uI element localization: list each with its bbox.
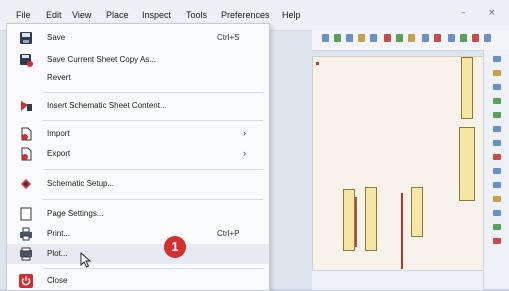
menu-help[interactable]: Help xyxy=(282,10,301,20)
submenu-arrow-icon: › xyxy=(243,128,246,138)
save-as-icon xyxy=(20,54,33,67)
toolbar-library-icon[interactable] xyxy=(484,34,491,42)
status-bar xyxy=(312,270,483,290)
toolbar-assign-footprints-icon[interactable] xyxy=(448,34,455,42)
page-settings-icon xyxy=(20,207,32,221)
menu-item-save[interactable]: Save Ctrl+S xyxy=(7,28,269,48)
add-global-label-icon[interactable] xyxy=(493,182,501,188)
export-icon xyxy=(21,147,32,161)
toolbar-scripting-icon[interactable] xyxy=(472,34,479,42)
toolbar-annotate-icon[interactable] xyxy=(384,34,391,42)
menu-item-label: Page Settings... xyxy=(47,209,104,218)
menu-item-label: Revert xyxy=(47,73,71,82)
add-wire-icon[interactable] xyxy=(493,112,501,118)
menu-separator xyxy=(43,268,263,269)
add-symbol-icon[interactable] xyxy=(493,84,501,90)
shortcut-label: Ctrl+P xyxy=(217,229,240,238)
add-text-icon[interactable] xyxy=(493,224,501,230)
minimize-button[interactable]: – xyxy=(461,8,466,18)
menu-item-label: Import xyxy=(47,129,70,138)
menu-item-schematic-setup[interactable]: Schematic Setup... xyxy=(7,174,269,194)
schematic-component xyxy=(461,57,473,119)
import-icon xyxy=(21,127,32,141)
sheet-marker xyxy=(316,62,319,65)
toolbar-symbol-fields-icon[interactable] xyxy=(408,34,415,42)
menu-inspect[interactable]: Inspect xyxy=(142,10,171,20)
add-hier-label-icon[interactable] xyxy=(493,196,501,202)
file-menu: Save Ctrl+S Save Current Sheet Copy As..… xyxy=(6,23,270,291)
step-number-badge: 1 xyxy=(164,236,186,258)
submenu-arrow-icon: › xyxy=(243,148,246,158)
add-image-icon[interactable] xyxy=(493,238,501,244)
menu-item-label: Schematic Setup... xyxy=(47,179,115,188)
schematic-component xyxy=(411,187,423,237)
insert-sheet-icon xyxy=(21,101,32,111)
menu-item-save-copy-as[interactable]: Save Current Sheet Copy As... xyxy=(7,50,269,70)
shortcut-label: Ctrl+S xyxy=(217,33,240,42)
schematic-wire xyxy=(401,193,403,269)
menu-item-label: Export xyxy=(47,149,71,158)
menu-item-label: Print... xyxy=(47,229,71,238)
schematic-component xyxy=(459,127,475,201)
add-label-icon[interactable] xyxy=(493,168,501,174)
menu-item-label: Save Current Sheet Copy As... xyxy=(47,55,156,64)
menu-place[interactable]: Place xyxy=(106,10,129,20)
toolbar-zoom-fit-icon[interactable] xyxy=(346,34,353,42)
plot-icon xyxy=(20,247,32,261)
menu-item-print[interactable]: Print... Ctrl+P xyxy=(7,224,269,244)
menu-item-insert-schematic-sheet[interactable]: Insert Schematic Sheet Content... xyxy=(7,96,269,116)
menu-item-import[interactable]: Import › xyxy=(7,124,269,144)
schematic-wire xyxy=(355,197,357,247)
top-toolbar xyxy=(312,30,509,51)
toolbar-bom-icon[interactable] xyxy=(422,34,429,42)
menu-item-close[interactable]: Close xyxy=(7,271,269,291)
menu-item-label: Plot... xyxy=(47,249,68,258)
close-window-button[interactable]: × xyxy=(488,8,496,18)
toolbar-netlist-icon[interactable] xyxy=(434,34,441,42)
menu-item-revert[interactable]: Revert xyxy=(7,68,269,88)
menu-file[interactable]: File xyxy=(16,10,31,20)
toolbar-erc-icon[interactable] xyxy=(396,34,403,42)
highlight-net-icon[interactable] xyxy=(493,70,501,76)
toolbar-up-icon[interactable] xyxy=(370,34,377,42)
add-sheet-icon[interactable] xyxy=(493,210,501,216)
schematic-canvas[interactable] xyxy=(312,56,484,272)
add-bus-icon[interactable] xyxy=(493,126,501,132)
toolbar-pcb-icon[interactable] xyxy=(460,34,467,42)
menu-item-page-settings[interactable]: Page Settings... xyxy=(7,204,269,224)
menu-preferences[interactable]: Preferences xyxy=(221,10,270,20)
add-junction-icon[interactable] xyxy=(493,154,501,160)
power-icon xyxy=(19,274,33,288)
right-toolbar xyxy=(483,50,509,289)
toolbar-refresh-icon[interactable] xyxy=(334,34,341,42)
menu-item-plot[interactable]: Plot... xyxy=(7,244,269,264)
schematic-component xyxy=(343,189,355,251)
menu-view[interactable]: View xyxy=(72,10,91,20)
menu-item-label: Save xyxy=(47,33,66,42)
toolbar-zoom-icon[interactable] xyxy=(322,34,329,42)
menu-item-label: Insert Schematic Sheet Content... xyxy=(47,101,167,110)
menu-item-export[interactable]: Export › xyxy=(7,144,269,164)
menu-separator xyxy=(43,92,263,93)
setup-icon xyxy=(21,179,31,189)
schematic-component xyxy=(365,187,377,251)
mouse-cursor-icon xyxy=(80,252,92,268)
add-no-connect-icon[interactable] xyxy=(493,140,501,146)
menu-separator xyxy=(43,169,263,170)
menu-tools[interactable]: Tools xyxy=(186,10,207,20)
toolbar-navigate-icon[interactable] xyxy=(358,34,365,42)
menu-separator xyxy=(43,199,263,200)
menu-separator xyxy=(43,120,263,121)
printer-icon xyxy=(20,227,32,241)
menu-item-label: Close xyxy=(47,276,68,285)
save-icon xyxy=(20,32,32,44)
select-tool-icon[interactable] xyxy=(493,56,501,62)
add-power-icon[interactable] xyxy=(493,98,501,104)
menu-edit[interactable]: Edit xyxy=(46,10,62,20)
